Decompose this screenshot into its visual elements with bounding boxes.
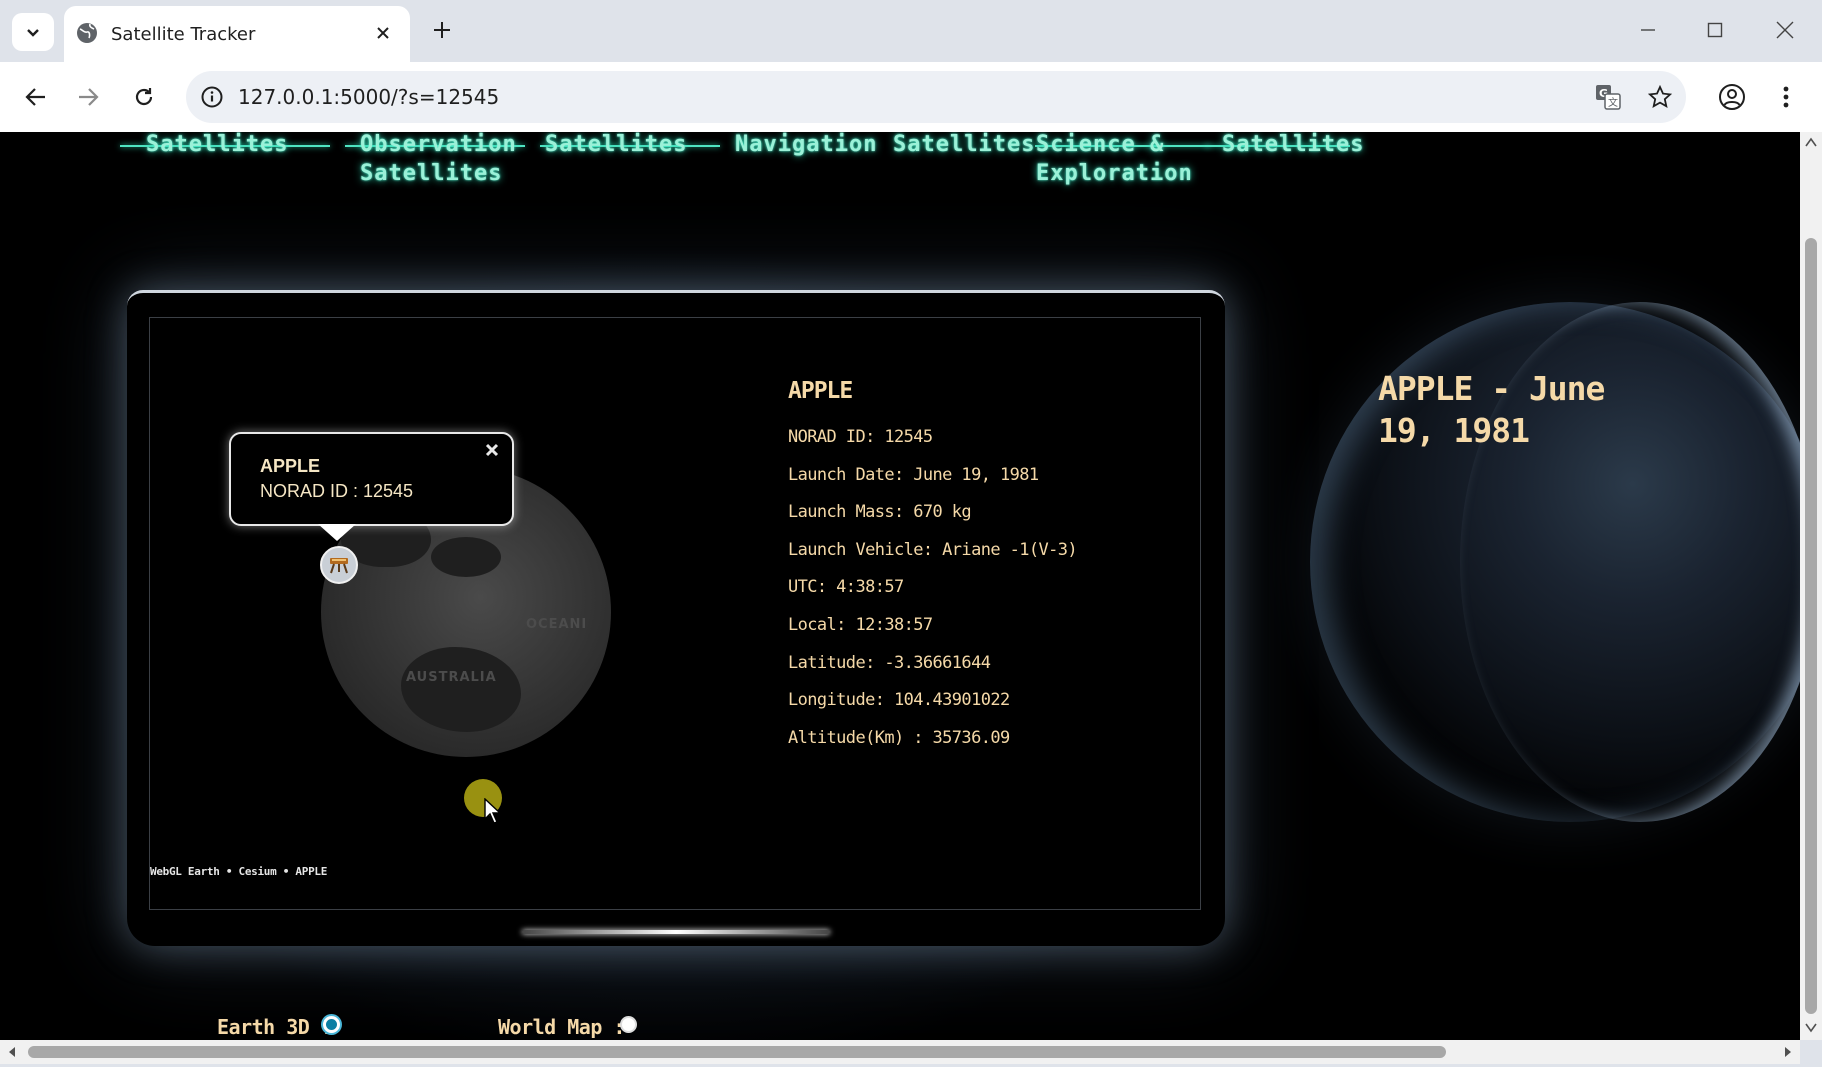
maximize-icon — [1707, 22, 1723, 38]
close-icon — [1776, 21, 1794, 39]
page-viewport: Satellites Observation Satellites Satell… — [0, 132, 1800, 1040]
vertical-scrollbar[interactable] — [1800, 132, 1822, 1040]
info-launch-mass: Launch Mass: 670 kg — [788, 502, 972, 523]
info-altitude: Altitude(Km) : 35736.09 — [788, 727, 1010, 748]
info-norad-id: NORAD ID: 12545 — [788, 427, 933, 447]
close-icon — [377, 27, 389, 39]
popup-satellite-name: APPLE — [260, 456, 321, 476]
profile-button[interactable] — [1712, 77, 1752, 117]
window-close-button[interactable] — [1755, 10, 1815, 50]
tab-strip: Satellite Tracker — [0, 0, 1822, 62]
profile-icon — [1719, 84, 1745, 110]
triangle-left-icon — [9, 1047, 15, 1057]
triangle-down-icon — [1805, 1023, 1817, 1033]
minimize-button[interactable] — [1618, 10, 1678, 50]
info-launch-date: Launch Date: June 19, 1981 — [788, 464, 1039, 485]
minimize-icon — [1641, 29, 1655, 31]
arrow-left-icon — [25, 88, 45, 106]
browser-toolbar: 127.0.0.1:5000/?s=12545 G文 — [0, 62, 1822, 132]
arrow-right-icon — [79, 88, 99, 106]
world-map-radio[interactable] — [620, 1016, 637, 1033]
scroll-up-arrow[interactable] — [1803, 134, 1819, 150]
svg-text:文: 文 — [1608, 96, 1618, 109]
satellite-marker[interactable] — [320, 546, 358, 584]
landmass — [431, 537, 501, 577]
nav-item-science-exploration[interactable]: Science & Exploration — [1036, 132, 1193, 188]
back-button[interactable] — [16, 77, 56, 117]
bookmark-button[interactable] — [1646, 83, 1674, 111]
map-credit: WebGL Earth • Cesium • APPLE — [150, 865, 328, 878]
info-satellite-name: APPLE — [788, 378, 853, 404]
forward-button[interactable] — [68, 77, 108, 117]
site-info-icon[interactable] — [200, 85, 224, 109]
earth-3d-radio[interactable] — [323, 1016, 340, 1033]
nav-item-observation-satellites[interactable]: Observation Satellites — [360, 132, 517, 188]
scroll-down-arrow[interactable] — [1803, 1020, 1819, 1036]
translate-icon: G文 — [1596, 85, 1621, 110]
triangle-up-icon — [1805, 137, 1817, 147]
globe-icon — [77, 23, 97, 43]
popup-pointer — [318, 524, 356, 541]
star-icon — [1648, 85, 1672, 108]
popup-close-button[interactable] — [482, 440, 502, 460]
reload-icon — [135, 88, 153, 106]
nav-item-satellites-2[interactable]: Satellites — [545, 132, 687, 159]
reload-button[interactable] — [124, 77, 164, 117]
triangle-right-icon — [1785, 1047, 1791, 1057]
nav-item-satellites-1[interactable]: Satellites — [146, 132, 288, 159]
earth-3d-label: Earth 3D : — [217, 1015, 333, 1039]
info-launch-vehicle: Launch Vehicle: Ariane -1(V-3) — [788, 539, 1078, 560]
satellite-side-title: APPLE - June 19, 1981 — [1378, 369, 1605, 450]
scroll-left-arrow[interactable] — [4, 1044, 20, 1060]
vertical-scroll-thumb[interactable] — [1805, 238, 1817, 1014]
tab-title: Satellite Tracker — [111, 24, 256, 45]
globe-label-australia: AUSTRALIA — [406, 670, 497, 685]
scroll-right-arrow[interactable] — [1780, 1044, 1796, 1060]
menu-button[interactable] — [1766, 77, 1806, 117]
horizontal-scrollbar[interactable] — [0, 1040, 1800, 1064]
info-latitude: Latitude: -3.36661644 — [788, 652, 991, 673]
chevron-down-icon — [27, 29, 39, 37]
mouse-cursor-icon — [484, 798, 502, 824]
tracker-screen: OCEANI AUSTRALIA APPLE NORAD ID : 12545 … — [149, 317, 1201, 910]
landmass — [401, 647, 521, 732]
info-longitude: Longitude: 104.43901022 — [788, 690, 1010, 711]
popup-norad-id: NORAD ID : 12545 — [260, 481, 414, 501]
satellite-popup: APPLE NORAD ID : 12545 — [229, 432, 514, 526]
world-map-label: World Map : — [498, 1015, 625, 1039]
more-vertical-icon — [1783, 86, 1789, 108]
plus-icon — [434, 22, 450, 38]
info-utc: UTC: 4:38:57 — [788, 577, 904, 598]
url-text[interactable]: 127.0.0.1:5000/?s=12545 — [238, 85, 499, 109]
nav-item-satellites-3[interactable]: Satellites — [893, 132, 1035, 159]
satellite-icon — [330, 558, 348, 574]
nav-item-satellites-4[interactable]: Satellites — [1222, 132, 1364, 159]
browser-tab[interactable]: Satellite Tracker — [64, 6, 410, 62]
close-icon — [485, 443, 499, 457]
tab-search-button[interactable] — [12, 13, 54, 51]
maximize-button[interactable] — [1685, 10, 1745, 50]
nav-item-navigation[interactable]: Navigation — [735, 132, 877, 159]
globe-label-oceania: OCEANI — [526, 617, 588, 632]
info-local-time: Local: 12:38:57 — [788, 614, 933, 635]
address-bar[interactable]: 127.0.0.1:5000/?s=12545 G文 — [186, 71, 1686, 123]
translate-button[interactable]: G文 — [1594, 83, 1622, 111]
satellite-category-nav: Satellites Observation Satellites Satell… — [0, 132, 1400, 192]
satellite-info-panel: APPLE NORAD ID: 12545 Launch Date: June … — [788, 378, 1188, 760]
new-tab-button[interactable] — [426, 14, 458, 46]
tab-close-button[interactable] — [370, 20, 396, 46]
horizontal-scroll-thumb[interactable] — [28, 1046, 1446, 1058]
monitor-stand-bar — [522, 930, 830, 934]
